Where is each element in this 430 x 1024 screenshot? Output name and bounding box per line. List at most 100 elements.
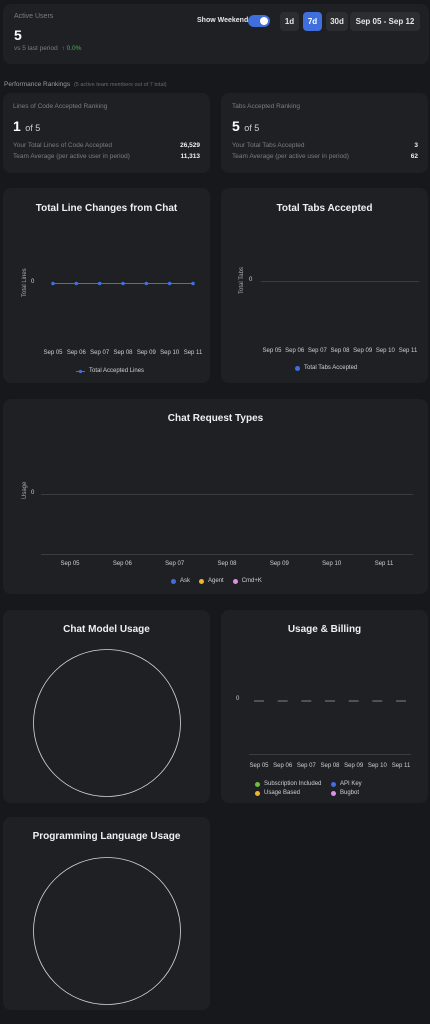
tabs-accepted-ytick: 0 [249,277,253,283]
data-point[interactable] [51,281,55,286]
data-point[interactable] [97,281,102,286]
active-users-card: Active Users 5 vs 5 last period ↑ 0.0% S… [3,4,429,64]
legend-ask-dot [171,578,176,584]
usage-billing-title: Usage & Billing [287,624,362,635]
chat-request-types-plot [41,494,413,495]
x-tick-label: Sep 06 [285,348,305,354]
data-point[interactable] [121,281,125,286]
tabs-accepted-x-axis: Sep 05 Sep 06 Sep 07 Sep 08 Sep 09 Sep 10 Sep … [261,348,419,358]
lines-ranking-title: Lines of Code Accepted Ranking [13,103,108,110]
tabs-rank-of: of 5 [244,123,260,133]
line-changes-x-axis: Sep 05 Sep 06 Sep 07 Sep 08 Sep 09 Sep 10 Sep … [43,350,203,360]
lines-ranking-card: Lines of Code Accepted Ranking 1 of 5 Yo… [3,93,210,173]
lines-row-average-label: Team Average (per active user in period) [13,153,130,160]
tabs-accepted-plot [261,281,419,282]
legend-agent: Agent [199,578,224,584]
x-tick-label: Sep 06 [273,763,293,769]
lines-rank: 1 of 5 [13,118,40,136]
show-weekends-label: Show Weekends [197,17,253,24]
x-tick-label: Sep 10 [322,561,342,567]
chat-model-usage-card: Chat Model Usage [3,610,210,803]
data-point[interactable] [74,281,79,286]
lines-row-average: Team Average (per active user in period)… [13,153,200,160]
legend-usage-based: Usage Based [255,790,300,796]
x-tick-label: Sep 08 [320,763,340,769]
data-point[interactable] [144,281,149,286]
line-legend-label: Total Accepted Lines [89,368,145,374]
x-tick-label: Sep 07 [307,348,327,354]
x-tick-label: Sep 09 [344,763,364,769]
x-tick-label: Sep 08 [330,348,350,354]
x-tick-label: Sep 11 [374,561,394,567]
chat-request-types-legend: Ask Agent Cmd+K [171,578,262,584]
toggle-knob [260,17,268,25]
usage-billing-plot [254,700,406,702]
lines-row-total-label: Your Total Lines of Code Accepted [13,142,113,149]
tabs-rank-value: 5 [232,118,240,134]
rankings-title: Performance Rankings [4,81,71,88]
legend-cmdk-label: Cmd+K [241,578,262,584]
x-tick-label: Sep 05 [60,561,80,567]
x-tick-label: Sep 06 [66,350,86,356]
tabs-accepted-chart-title: Total Tabs Accepted [276,203,373,214]
line-changes-ylabel: Total Lines [22,268,28,297]
active-users-label: Active Users [14,13,54,20]
tabs-legend-dot [295,365,300,371]
lines-row-total-value: 26,529 [180,142,200,149]
legend-agent-label: Agent [208,578,224,584]
data-point[interactable] [167,281,172,286]
chat-request-types-axis-line [41,554,413,555]
chat-request-types-ylabel: Usage [22,481,28,499]
tabs-row-total-label: Your Total Tabs Accepted [232,142,305,149]
x-tick-label: Sep 07 [296,763,316,769]
rankings-subtitle: (5 active team members out of 7 total) [73,82,167,88]
x-tick-label: Sep 08 [217,561,237,567]
tabs-ranking-card: Tabs Accepted Ranking 5 of 5 Your Total … [221,93,428,173]
line-changes-plot [51,281,195,286]
x-tick-label: Sep 10 [367,763,387,769]
tabs-accepted-chart-card: Total Tabs Accepted Total Tabs 0 Sep 05 S… [221,188,428,383]
comparison-text: vs 5 last period [14,45,58,52]
legend-ask: Ask [171,578,190,584]
show-weekends-toggle[interactable] [248,15,270,27]
tabs-rank: 5 of 5 [232,118,259,136]
x-tick-label: Sep 05 [43,350,63,356]
legend-bugbot-dot [331,790,336,796]
x-tick-label: Sep 06 [112,561,132,567]
x-tick-label: Sep 10 [375,348,395,354]
line-changes-chart-card: Total Line Changes from Chat Total Lines… [3,188,210,383]
lines-rank-value: 1 [13,118,21,134]
legend-subscription-included: Subscription Included [255,781,321,787]
programming-language-usage-pie-outline [33,857,181,1005]
x-tick-label: Sep 07 [165,561,185,567]
lines-row-total: Your Total Lines of Code Accepted 26,529 [13,142,200,149]
chat-request-types-ytick: 0 [31,490,35,496]
chat-request-types-card: Chat Request Types Usage 0 Sep 05 Sep 06 S… [3,399,428,594]
legend-cmdk: Cmd+K [232,578,262,584]
tabs-legend-label: Total Tabs Accepted [304,365,358,371]
tabs-row-total: Your Total Tabs Accepted 3 [232,142,418,149]
programming-language-usage-title: Programming Language Usage [32,831,181,842]
legend-api-key-dot [331,781,336,787]
tabs-row-average-value: 62 [410,153,418,160]
usage-billing-x-axis: Sep 05 Sep 06 Sep 07 Sep 08 Sep 09 Sep 10 Sep … [249,763,411,773]
rankings-header: Performance Rankings (5 active team memb… [4,81,167,88]
date-range-picker[interactable]: Sep 05 - Sep 12 [350,12,420,31]
x-tick-label: Sep 10 [160,350,180,356]
x-tick-label: Sep 09 [269,561,289,567]
programming-language-usage-card: Programming Language Usage [3,817,210,1010]
chat-model-usage-pie [33,649,181,797]
legend-subscription-label: Subscription Included [264,781,322,787]
tabs-row-total-value: 3 [414,142,418,149]
x-tick-label: Sep 08 [113,350,133,356]
usage-billing-axis-line [249,754,411,755]
lines-rank-of: of 5 [25,123,41,133]
lines-row-average-value: 11,313 [180,153,200,160]
legend-usage-based-dot [255,790,260,796]
tabs-row-average: Team Average (per active user in period)… [232,153,418,160]
range-1d-button[interactable]: 1d [280,12,299,31]
data-point[interactable] [191,281,195,286]
range-7d-button[interactable]: 7d [303,12,322,31]
tabs-ranking-title: Tabs Accepted Ranking [232,103,300,110]
range-30d-button[interactable]: 30d [326,12,348,31]
